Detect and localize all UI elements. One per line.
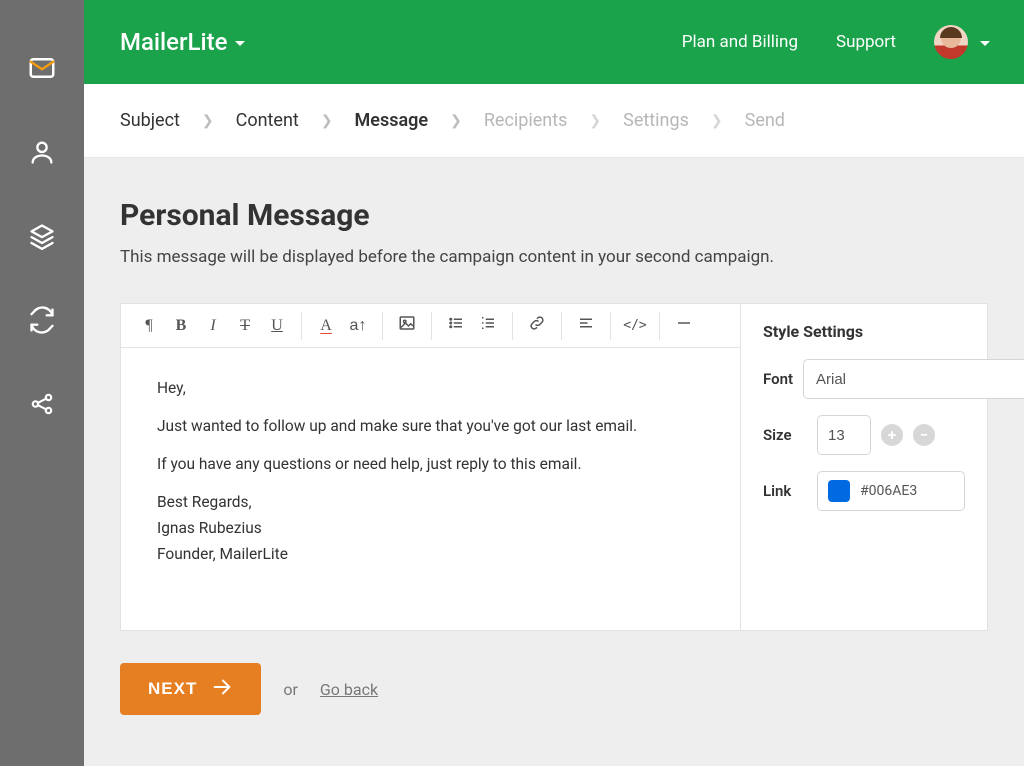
link-color-input[interactable]: #006AE3 — [817, 471, 965, 511]
font-input[interactable] — [803, 359, 1024, 399]
next-button-label: NEXT — [148, 679, 197, 699]
account-menu[interactable] — [934, 25, 990, 59]
tb-paragraph[interactable]: ¶ — [133, 310, 165, 342]
sidebar-item-campaigns[interactable] — [0, 28, 84, 112]
horizontal-rule-icon — [675, 314, 693, 337]
field-font: Font — [763, 359, 965, 399]
tb-italic[interactable]: I — [197, 310, 229, 342]
brand-name: MailerLite — [120, 28, 227, 56]
editor-line: Founder, MailerLite — [157, 542, 704, 566]
caret-down-icon — [980, 41, 990, 46]
nav-support[interactable]: Support — [836, 32, 896, 52]
tb-link[interactable] — [521, 310, 553, 342]
toolbar-separator — [301, 312, 302, 340]
style-settings: Style Settings Font Size + − — [741, 304, 987, 630]
nav-plan-billing[interactable]: Plan and Billing — [682, 32, 798, 52]
toolbar-separator — [382, 312, 383, 340]
color-swatch — [828, 480, 850, 502]
tb-font-color[interactable]: A — [310, 310, 342, 342]
size-label: Size — [763, 426, 807, 444]
chevron-right-icon: ❯ — [202, 113, 214, 129]
toolbar-separator — [512, 312, 513, 340]
refresh-icon — [28, 306, 56, 338]
crumb-settings: Settings — [623, 110, 689, 131]
breadcrumb: Subject ❯ Content ❯ Message ❯ Recipients… — [84, 84, 1024, 158]
minus-icon: − — [920, 428, 928, 443]
avatar — [934, 25, 968, 59]
link-color-value: #006AE3 — [860, 483, 917, 499]
toolbar-separator — [431, 312, 432, 340]
sidebar — [0, 0, 84, 766]
tb-list-ordered[interactable] — [472, 310, 504, 342]
plus-icon: + — [888, 428, 896, 443]
size-decrease-button[interactable]: − — [913, 424, 935, 446]
font-label: Font — [763, 370, 793, 388]
page-description: This message will be displayed before th… — [120, 247, 988, 267]
size-input[interactable] — [817, 415, 871, 455]
image-icon — [398, 314, 416, 337]
editor-toolbar: ¶ B I T U A a↑ — [121, 304, 740, 348]
tb-align[interactable] — [570, 310, 602, 342]
user-icon — [28, 138, 56, 170]
or-text: or — [283, 680, 298, 699]
sidebar-item-automation[interactable] — [0, 280, 84, 364]
sidebar-item-subscribers[interactable] — [0, 112, 84, 196]
page-title: Personal Message — [120, 198, 988, 233]
chevron-right-icon: ❯ — [321, 113, 333, 129]
tb-underline[interactable]: U — [261, 310, 293, 342]
tb-strikethrough[interactable]: T — [229, 310, 261, 342]
editor-line: If you have any questions or need help, … — [157, 452, 704, 476]
sidebar-item-integrations[interactable] — [0, 364, 84, 448]
layers-icon — [28, 222, 56, 254]
arrow-right-icon — [211, 676, 233, 703]
mail-icon — [27, 53, 57, 87]
tb-image[interactable] — [391, 310, 423, 342]
caret-down-icon — [235, 41, 245, 46]
editor-line: Just wanted to follow up and make sure t… — [157, 414, 704, 438]
sidebar-item-forms[interactable] — [0, 196, 84, 280]
toolbar-separator — [659, 312, 660, 340]
content-area: Personal Message This message will be di… — [84, 158, 1024, 766]
editor: ¶ B I T U A a↑ — [121, 304, 741, 630]
style-settings-title: Style Settings — [763, 322, 965, 341]
tb-font-size[interactable]: a↑ — [342, 310, 374, 342]
brand-dropdown[interactable]: MailerLite — [120, 28, 245, 56]
editor-line: Hey, — [157, 376, 704, 400]
editor-panel: ¶ B I T U A a↑ — [120, 303, 988, 631]
crumb-recipients: Recipients — [484, 110, 568, 131]
next-button[interactable]: NEXT — [120, 663, 261, 715]
size-increase-button[interactable]: + — [881, 424, 903, 446]
crumb-send: Send — [745, 110, 785, 131]
list-ul-icon — [447, 314, 465, 337]
crumb-content[interactable]: Content — [236, 110, 299, 131]
editor-body[interactable]: Hey, Just wanted to follow up and make s… — [121, 348, 740, 596]
crumb-subject[interactable]: Subject — [120, 110, 180, 131]
go-back-link[interactable]: Go back — [320, 680, 378, 699]
tb-list-unordered[interactable] — [440, 310, 472, 342]
toolbar-separator — [610, 312, 611, 340]
share-icon — [29, 391, 55, 421]
footer-actions: NEXT or Go back — [120, 663, 988, 715]
crumb-message[interactable]: Message — [355, 110, 429, 131]
editor-line: Best Regards, — [157, 490, 704, 514]
chevron-right-icon: ❯ — [711, 113, 723, 129]
tb-code[interactable]: </> — [619, 310, 651, 342]
tb-hr[interactable] — [668, 310, 700, 342]
chevron-right-icon: ❯ — [450, 113, 462, 129]
list-ol-icon — [479, 314, 497, 337]
field-size: Size + − — [763, 415, 965, 455]
editor-line: Ignas Rubezius — [157, 516, 704, 540]
link-label: Link — [763, 482, 807, 500]
link-icon — [528, 314, 546, 337]
tb-bold[interactable]: B — [165, 310, 197, 342]
topbar: MailerLite Plan and Billing Support — [84, 0, 1024, 84]
toolbar-separator — [561, 312, 562, 340]
field-link-color: Link #006AE3 — [763, 471, 965, 511]
align-icon — [577, 314, 595, 337]
chevron-right-icon: ❯ — [589, 113, 601, 129]
